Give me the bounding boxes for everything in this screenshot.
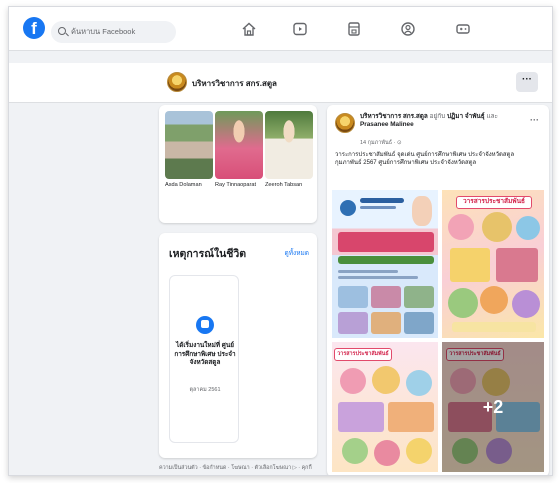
profile-name[interactable]: บริหารวิชาการ สกร.สตูล [192,77,277,90]
top-navigation-bar: f ค้นหาบน Facebook [9,7,552,51]
profile-header-strip: บริหารวิชาการ สกร.สตูล ··· [9,63,552,103]
life-event-date: ตุลาคม 2561 [189,387,221,393]
post-menu-button[interactable]: ··· [530,115,539,125]
friend-item[interactable]: Asda Dolaman [165,111,213,188]
groups-icon[interactable] [400,21,416,37]
friend-photo[interactable] [165,111,213,179]
more-options-button[interactable]: ··· [516,72,538,92]
post-date[interactable]: 14 กุมภาพันธ์ · ⊙ [360,139,402,147]
post-photo[interactable] [331,189,439,339]
friend-item[interactable]: Ray Tinnaoparat [215,111,263,188]
post-photo[interactable]: วารสารประชาสัมพันธ์ [331,341,439,473]
gaming-icon[interactable] [455,21,471,37]
facebook-window: f ค้นหาบน Facebook บริหารวิชาการ สกร.สตู… [8,6,553,476]
newsletter-banner: วารสารประชาสัมพันธ์ [334,348,392,361]
friend-name[interactable]: Ray Tinnaoparat [215,182,263,188]
home-icon[interactable] [241,21,257,37]
search-placeholder: ค้นหาบน Facebook [71,27,136,36]
more-photos-overlay[interactable]: +2 [442,342,544,472]
footer-links[interactable]: ความเป็นส่วนตัว · ข้อกำหนด · โฆษณา · ตัว… [159,464,329,472]
search-icon [58,27,66,35]
life-events-card: เหตุการณ์ในชีวิต ดูทั้งหมด ได้เริ่มงานให… [159,233,317,458]
video-icon[interactable] [292,21,308,37]
life-event-item[interactable]: ได้เริ่มงานใหม่ที่ ศูนย์การศึกษาพิเศษ ปร… [169,275,239,443]
post-photo[interactable]: วารสารประชาสัมพันธ์ [441,189,545,339]
see-all-link[interactable]: ดูทั้งหมด [285,248,309,258]
post-text: วาระการประชาสัมพันธ์ จุดเด่น ศูนย์การศึก… [335,152,515,167]
post-photo[interactable]: วารสารประชาสัมพันธ์ +2 [441,341,545,473]
friend-name[interactable]: Asda Dolaman [165,182,213,188]
post-author[interactable]: บริหารวิชาการ สกร.สตูล [360,113,428,120]
newsletter-banner: วารสารประชาสัมพันธ์ [456,196,532,209]
tagged-person-2[interactable]: Prasanee Malinee [360,121,414,128]
avatar[interactable] [167,72,187,92]
post-card: บริหารวิชาการ สกร.สตูล อยู่กับ ปฏิมา จำพ… [327,105,549,475]
friend-item[interactable]: Zeeroh Tabsan [265,111,313,188]
and-text: และ [486,113,498,120]
search-input[interactable]: ค้นหาบน Facebook [51,21,176,43]
avatar[interactable] [335,113,355,133]
post-header: บริหารวิชาการ สกร.สตูล อยู่กับ ปฏิมา จำพ… [360,113,520,130]
work-icon [196,316,214,334]
with-text: อยู่กับ [429,113,446,120]
marketplace-icon[interactable] [346,21,362,37]
friends-card: Asda Dolaman Ray Tinnaoparat Zeeroh Tabs… [159,105,317,223]
friend-photo[interactable] [265,111,313,179]
facebook-logo-icon[interactable]: f [23,17,45,39]
tagged-person-1[interactable]: ปฏิมา จำพันธุ์ [447,113,485,120]
friend-photo[interactable] [215,111,263,179]
friend-name[interactable]: Zeeroh Tabsan [265,182,313,188]
life-events-title: เหตุการณ์ในชีวิต [169,248,247,260]
post-photo-grid: วารสารประชาสัมพันธ์ วารสารประชาสัมพันธ์ [331,189,545,473]
life-event-text: ได้เริ่มงานใหม่ที่ ศูนย์การศึกษาพิเศษ ปร… [174,342,236,366]
